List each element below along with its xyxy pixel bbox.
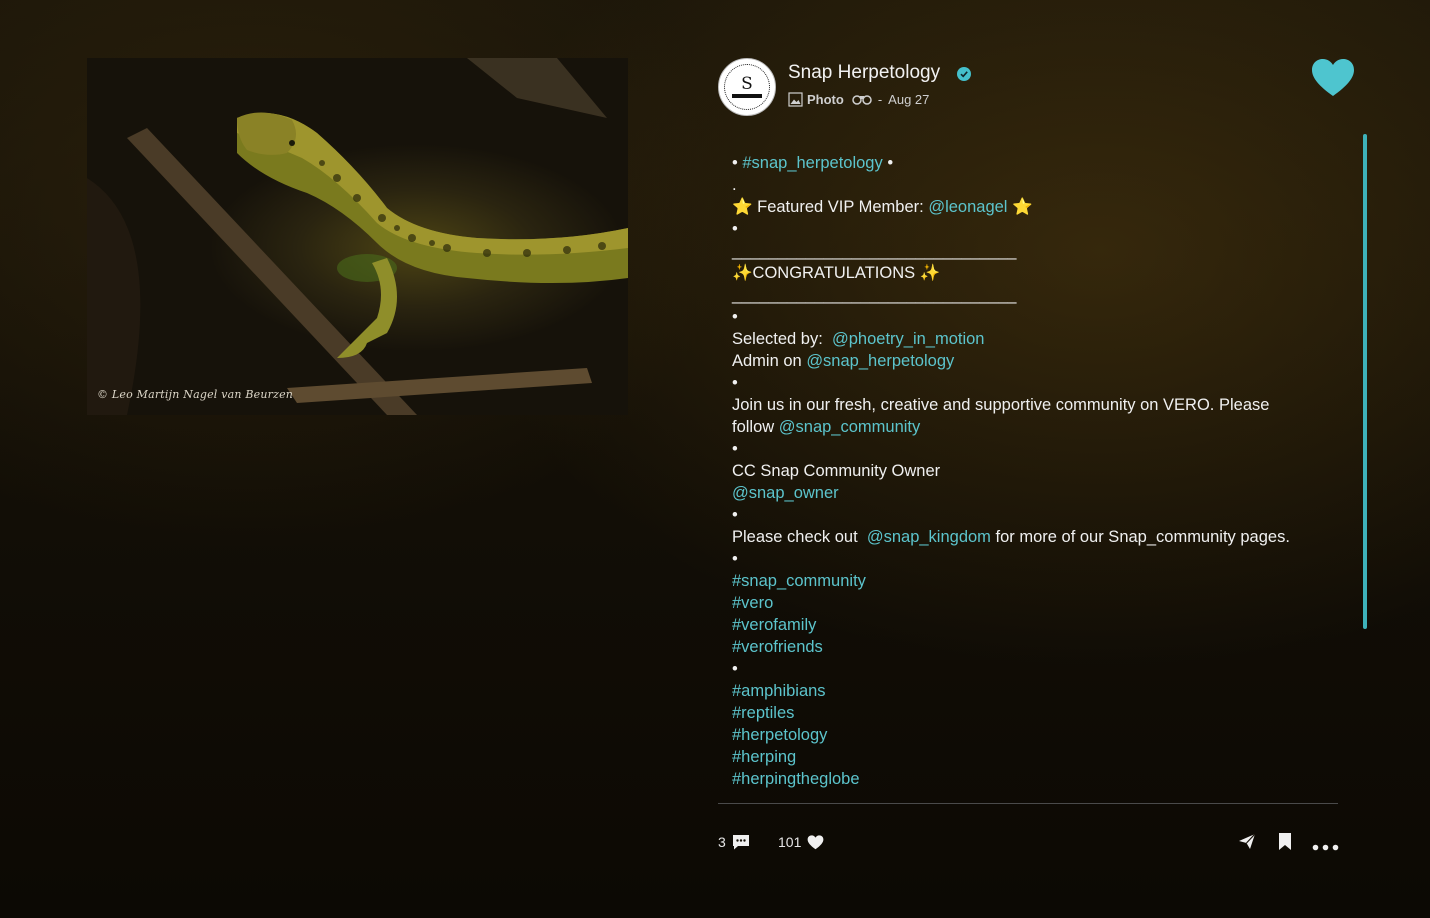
post-photo[interactable]: © Leo Martijn Nagel van Beurzen (87, 58, 628, 415)
caption-dot: • (732, 506, 738, 524)
comment-count: 3 (718, 834, 726, 850)
photo-icon (788, 91, 803, 107)
selected-by-label: Selected by: (732, 330, 823, 348)
caption-dot: . (732, 176, 737, 194)
mention-link[interactable]: @snap_community (779, 418, 920, 436)
share-icon[interactable] (1238, 833, 1256, 855)
photo-credit: © Leo Martijn Nagel van Beurzen (97, 388, 294, 401)
bullet: • (732, 154, 738, 172)
caption-dot: • (732, 374, 738, 392)
hashtag-link[interactable]: #herping (732, 748, 796, 766)
account-name[interactable]: Snap Herpetology (788, 62, 940, 84)
caption-dot: • (732, 220, 738, 238)
caption-panel[interactable]: • #snap_herpetology • . ⭐ Featured VIP M… (718, 140, 1338, 804)
bullet: • (887, 154, 894, 172)
likes-button[interactable]: 101 (778, 833, 824, 851)
mention-link[interactable]: @snap_herpetology (806, 352, 954, 370)
like-count: 101 (778, 834, 802, 850)
mention-link[interactable]: @snap_kingdom (867, 528, 991, 546)
caption-scrollbar[interactable] (1363, 134, 1367, 629)
hashtag-link[interactable]: #herpetology (732, 726, 827, 744)
more-options-icon[interactable] (1312, 838, 1339, 856)
like-heart-icon[interactable] (1311, 58, 1355, 103)
avatar-letter: S (741, 74, 753, 94)
check-out-label: Please check out (732, 528, 858, 546)
bookmark-icon[interactable] (1279, 833, 1291, 855)
comment-icon (732, 835, 749, 850)
binoculars-icon (852, 95, 872, 105)
divider-line: _______________________________ (732, 286, 1017, 304)
join-line: Join us in our fresh, creative and suppo… (732, 394, 1312, 438)
verified-check-icon (957, 67, 971, 81)
star-emoji: ⭐ (1012, 198, 1033, 216)
date-separator: - (877, 91, 883, 107)
hashtag-link[interactable]: #verofriends (732, 638, 823, 656)
avatar-bar (732, 94, 762, 98)
comments-button[interactable]: 3 (718, 833, 750, 851)
caption-dot: • (732, 308, 738, 326)
mention-link[interactable]: @leonagel (928, 198, 1007, 216)
mention-link[interactable]: @phoetry_in_motion (832, 330, 985, 348)
avatar-logo: S (724, 64, 770, 110)
caption-dot: • (732, 440, 738, 458)
featured-label: ⭐ Featured VIP Member: (732, 198, 924, 216)
hashtag-link[interactable]: #herpingtheglobe (732, 770, 860, 788)
caption-dot: • (732, 550, 738, 568)
congratulations-text: ✨CONGRATULATIONS ✨ (732, 264, 941, 282)
hashtag-link[interactable]: #amphibians (732, 682, 826, 700)
hashtag-link[interactable]: #verofamily (732, 616, 816, 634)
post-meta: Photo - Aug 27 (788, 90, 929, 108)
owner-label: CC Snap Community Owner (732, 462, 941, 480)
check-out-line: Please check out @snap_kingdom for more … (732, 526, 1312, 548)
admin-on-label: Admin on (732, 352, 802, 370)
hashtag-link[interactable]: #snap_herpetology (742, 154, 882, 172)
heart-icon (807, 834, 824, 849)
hashtag-link[interactable]: #reptiles (732, 704, 794, 722)
selected-by-line: Selected by: @phoetry_in_motion (732, 328, 1312, 350)
caption-line: • #snap_herpetology • (732, 152, 1312, 174)
featured-line: ⭐ Featured VIP Member: @leonagel ⭐ (732, 196, 1312, 218)
post-date: Aug 27 (888, 91, 930, 107)
check-out-suffix: for more of our Snap_community pages. (995, 528, 1290, 546)
mention-link[interactable]: @snap_owner (732, 484, 839, 502)
lizard-photo (87, 58, 628, 415)
hashtag-link[interactable]: #snap_community (732, 572, 866, 590)
divider-line: _______________________________ (732, 242, 1017, 260)
avatar[interactable]: S (718, 58, 776, 116)
hashtag-link[interactable]: #vero (732, 594, 773, 612)
caption-text: • #snap_herpetology • . ⭐ Featured VIP M… (732, 152, 1312, 790)
caption-dot: • (732, 660, 738, 678)
admin-on-line: Admin on @snap_herpetology (732, 350, 1312, 372)
post-type: Photo (807, 91, 844, 107)
